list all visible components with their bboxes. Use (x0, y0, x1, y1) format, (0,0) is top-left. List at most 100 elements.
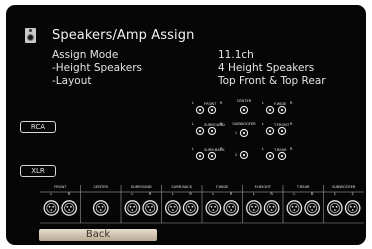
xlr-connector-6-1-pin1 (309, 205, 312, 208)
xlr-connector-3-0-mark: L (172, 192, 174, 196)
xlr-connector-1-0-pin2 (101, 205, 104, 208)
xlr-connector-5-1-pin2 (272, 205, 275, 208)
rca-mark-front-wide-l: L (262, 101, 264, 105)
xlr-connector-5-1 (263, 200, 280, 216)
xlr-connector-4-0-mark: L (212, 192, 214, 196)
rca-mark-front-l: L (192, 101, 194, 105)
xlr-group-label-4: F.WIDE (216, 185, 229, 189)
rca-jack-surr-back-r-pin (210, 154, 214, 158)
xlr-connector-4-1-pin2 (232, 205, 234, 208)
xlr-connector-3-0-pin2 (173, 205, 176, 208)
xlr-connector-7-0-pin1 (332, 205, 334, 208)
rca-jack-top-front-l-pin (268, 129, 272, 133)
xlr-connector-3-0 (164, 200, 181, 216)
rca-jack-top-rear-r-pin (280, 154, 284, 158)
xlr-connector-0-1 (61, 200, 78, 216)
xlr-connector-7-0-pin3 (333, 209, 336, 211)
xlr-connector-0-1-pin2 (70, 205, 72, 208)
rca-jack-top-front-r-pin (280, 129, 284, 133)
rca-label-top-rear: T.REAR (273, 148, 287, 152)
xlr-connector-4-1-pin3 (230, 209, 233, 211)
xlr-group-label-7: SUBWOOFER (332, 185, 356, 189)
xlr-connector-6-1-pin3 (311, 209, 314, 211)
xlr-connector-2-1-pin3 (149, 209, 152, 211)
xlr-connector-7-0 (326, 200, 343, 216)
rca-jack-center-pin (242, 108, 246, 112)
xlr-connector-5-0 (245, 200, 262, 216)
xlr-connector-7-1-pin2 (353, 205, 356, 208)
xlr-connector-4-0-pin3 (212, 209, 215, 211)
rca-jack-surr-back-l-pin (198, 154, 202, 158)
back-button[interactable]: Back (39, 229, 157, 241)
xlr-connector-5-0-pin3 (252, 209, 255, 211)
xlr-connector-7-1 (344, 200, 361, 216)
xlr-connector-0-0-mark: L (50, 192, 52, 196)
rca-mark-sw1: 1 (235, 131, 237, 135)
rca-jack-top-rear-l-pin (268, 154, 272, 158)
xlr-connector-3-0-pin1 (170, 205, 172, 208)
xlr-connector-2-1 (142, 200, 159, 216)
xlr-connector-4-0-pin1 (210, 205, 213, 208)
rca-mark-front-r: R (220, 101, 223, 105)
rca-mark-front-wide-r: R (290, 101, 293, 105)
rca-mark-surround-l: L (192, 122, 194, 126)
xlr-connector-0-1-pin1 (66, 205, 69, 208)
xlr-connector-7-0-mark: 1 (334, 192, 336, 196)
rca-jack-surround-l-pin (198, 129, 202, 133)
xlr-connector-4-1 (223, 200, 240, 216)
xlr-connector-7-1-mark: 2 (352, 192, 354, 196)
rca-jack-surround-r-pin (210, 129, 214, 133)
xlr-connector-1-0 (92, 200, 109, 216)
rca-mark-sw2: 2 (235, 153, 237, 157)
xlr-connector-1-0-pin3 (99, 209, 102, 211)
rca-jack-front-l-pin (198, 108, 202, 112)
xlr-connector-5-0-pin2 (254, 205, 257, 208)
xlr-connector-0-0-pin2 (52, 205, 55, 208)
xlr-connector-7-1-pin3 (351, 209, 354, 211)
xlr-connector-5-1-pin3 (270, 209, 273, 211)
xlr-connector-0-0-pin1 (48, 205, 51, 208)
xlr-group-label-3: SURR.BACK (171, 185, 192, 189)
xlr-connector-5-0-mark: L (253, 192, 255, 196)
xlr-group-label-5: F.HEIGHT (255, 185, 272, 189)
xlr-connector-6-0-pin1 (291, 205, 294, 208)
xlr-connector-6-1 (304, 200, 321, 216)
rca-label-center: CENTER (237, 99, 252, 103)
xlr-connector-4-0 (205, 200, 222, 216)
xlr-connector-6-1-pin2 (313, 205, 315, 208)
xlr-connector-6-0-pin2 (295, 205, 298, 208)
xlr-group-label-2: SURROUND (131, 185, 152, 189)
xlr-connector-4-1-mark: R (230, 192, 233, 196)
speakers-amp-assign-screen: Speakers/Amp Assign Assign Mode 11.1ch -… (6, 5, 366, 245)
rca-label-front: FRONT (204, 102, 217, 106)
xlr-connector-5-1-pin1 (268, 205, 271, 208)
rear-panel-diagram: FRONT RLSURROUNDRLSURR.BACKRLF.WIDE RLT.FR… (40, 99, 364, 224)
xlr-connector-2-0-mark: L (131, 192, 133, 196)
rca-jack-subwoofer-1-pin (242, 131, 246, 135)
rca-jack-front-r-pin (210, 108, 214, 112)
xlr-connector-0-1-pin3 (68, 209, 71, 211)
xlr-connector-4-0-pin2 (214, 205, 217, 208)
xlr-connector-6-0-mark: L (293, 192, 295, 196)
rca-jack-front-wide-l-pin (268, 108, 272, 112)
xlr-group-label-0: FRONT (54, 185, 67, 189)
xlr-connector-5-0-pin1 (251, 205, 253, 208)
rca-mark-top-front-r: R (290, 122, 293, 126)
xlr-connector-3-1-pin1 (187, 205, 190, 208)
rca-label-front-wide: F.WIDE (274, 102, 287, 106)
xlr-connector-0-0 (43, 200, 60, 216)
xlr-connector-0-1-mark: R (68, 192, 71, 196)
xlr-connector-7-0-pin2 (335, 205, 338, 208)
xlr-connector-3-1-pin2 (191, 205, 194, 208)
rca-mark-top-front-l: L (262, 122, 264, 126)
xlr-group-label-6: T.REAR (296, 185, 310, 189)
xlr-connector-2-0-pin2 (133, 205, 136, 208)
rca-mark-top-rear-r: R (290, 147, 293, 151)
xlr-connector-6-0-pin3 (293, 209, 296, 211)
rca-label-top-front: T.FRONT (273, 123, 290, 127)
xlr-connector-4-1-pin1 (228, 205, 231, 208)
xlr-connector-2-0-pin1 (129, 205, 132, 208)
xlr-connector-0-0-pin3 (50, 209, 53, 211)
rca-label-subwoofer: SUBWOOFER (232, 122, 256, 126)
xlr-connector-3-1-pin3 (189, 209, 192, 211)
